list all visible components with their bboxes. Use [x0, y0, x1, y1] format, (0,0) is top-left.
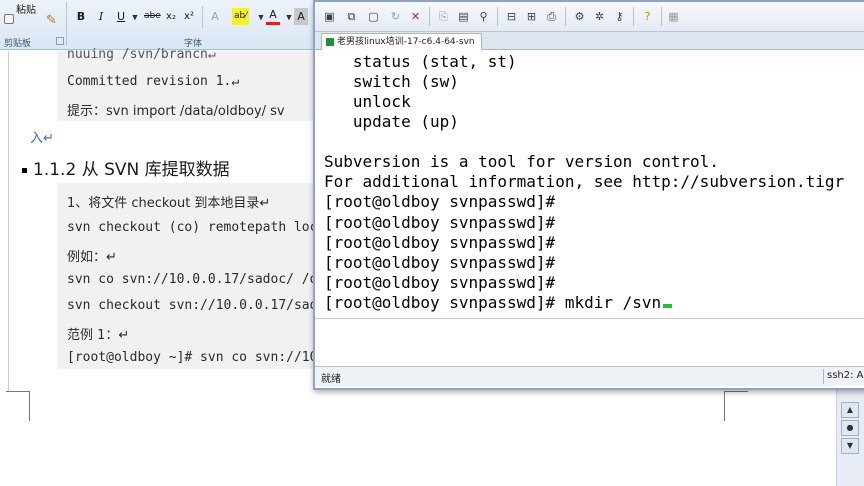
- status-protocol-text: ssh2: AE: [827, 370, 864, 381]
- terminal-line: unlock: [324, 92, 411, 111]
- connect-icon[interactable]: ⧉: [343, 8, 360, 25]
- paste-button[interactable]: 粘贴: [4, 0, 44, 36]
- page-corner-mark: [724, 391, 725, 421]
- session-status-icon: [326, 37, 334, 46]
- superscript-button[interactable]: x²: [182, 8, 196, 25]
- clipboard-icon: [4, 14, 14, 24]
- doc-line: 例如：↵: [67, 250, 117, 265]
- doc-line: nuuing /svn/brancn↵: [67, 47, 216, 62]
- text-cursor: [663, 304, 673, 308]
- bold-button[interactable]: B: [74, 8, 88, 25]
- paste-icon[interactable]: ▤: [455, 8, 472, 25]
- doc-line: 1、将文件 checkout 到本地目录↵: [67, 196, 271, 211]
- terminal-prompt-line: [root@oldboy svnpasswd]# mkdir /svn: [324, 293, 673, 312]
- status-ready-text: 就绪: [321, 374, 341, 385]
- highlight-button[interactable]: ab⁄: [232, 8, 249, 25]
- page-corner-mark: [6, 391, 30, 392]
- terminal-line: switch (sw): [324, 72, 459, 91]
- doc-line: svn checkout svn://10.0.0.17/sado: [67, 298, 326, 313]
- terminal-status-bar: 就绪 ssh2: AE: [315, 366, 864, 386]
- disconnect-icon[interactable]: ✕: [407, 8, 424, 25]
- terminal-command: [root@oldboy svnpasswd]# mkdir /svn: [324, 293, 662, 312]
- text-effects-button[interactable]: A: [208, 8, 222, 25]
- find-icon[interactable]: ⚲: [475, 8, 492, 25]
- doc-line-fragment: 入↵: [30, 131, 54, 146]
- fullscreen-icon[interactable]: ▦: [665, 8, 682, 25]
- settings-icon[interactable]: ⚙: [571, 8, 588, 25]
- font-color-button[interactable]: A: [266, 8, 280, 25]
- help-icon[interactable]: ?: [639, 8, 656, 25]
- doc-line: 范例 1：↵: [67, 328, 130, 343]
- scroll-next-icon[interactable]: ▼: [841, 438, 859, 454]
- ribbon-divider: [202, 6, 203, 28]
- terminal-screen[interactable]: status (stat, st) switch (sw) unlock upd…: [315, 50, 864, 318]
- terminal-toolbar: ▣ ⧉ ▢ ↻ ✕ ⎘ ▤ ⚲ ⊟ ⊞ ⎙ ⚙ ✲ ⚷ ? ▦: [315, 2, 864, 32]
- transfer-icon[interactable]: ⊟: [503, 8, 520, 25]
- terminal-blank-area: [315, 318, 864, 365]
- terminal-line: [root@oldboy svnpasswd]#: [324, 192, 556, 211]
- scroll-prev-icon[interactable]: ▲: [841, 402, 859, 418]
- subscript-button[interactable]: x₂: [164, 8, 178, 25]
- toolbar-divider: [633, 7, 634, 26]
- section-heading-text: 1.1.2 从 SVN 库提取数据: [33, 160, 230, 180]
- terminal-line: Subversion is a tool for version control…: [324, 152, 719, 171]
- terminal-line: [root@oldboy svnpasswd]#: [324, 253, 556, 272]
- open-folder-icon[interactable]: ▢: [365, 8, 382, 25]
- terminal-window[interactable]: ▣ ⧉ ▢ ↻ ✕ ⎘ ▤ ⚲ ⊟ ⊞ ⎙ ⚙ ✲ ⚷ ? ▦ 老男孩linux…: [313, 0, 864, 390]
- terminal-line: [root@oldboy svnpasswd]#: [324, 213, 556, 232]
- toolbar-divider: [497, 7, 498, 26]
- print-icon[interactable]: ⎙: [543, 8, 560, 25]
- toolbar-divider: [661, 7, 662, 26]
- underline-button[interactable]: U: [114, 8, 128, 25]
- page-margin-line: [8, 51, 9, 391]
- doc-line: Committed revision 1.↵: [67, 74, 240, 89]
- terminal-line: For additional information, see http://s…: [324, 172, 845, 191]
- terminal-line: status (stat, st): [324, 52, 517, 71]
- tools-icon[interactable]: ✲: [591, 8, 608, 25]
- key-icon[interactable]: ⚷: [611, 8, 628, 25]
- doc-line: svn co svn://10.0.0.17/sadoc/ /da: [67, 272, 326, 287]
- terminal-line: [root@oldboy svnpasswd]#: [324, 233, 556, 252]
- strikethrough-button[interactable]: abe: [142, 8, 163, 25]
- ribbon-divider: [66, 2, 67, 46]
- reconnect-icon[interactable]: ↻: [387, 8, 404, 25]
- underline-dropdown-icon[interactable]: ▼: [128, 9, 142, 26]
- scroll-select-browse-icon[interactable]: ●: [841, 420, 859, 436]
- page-corner-mark: [29, 391, 30, 421]
- paste-label: 粘贴: [16, 5, 36, 16]
- bullet-icon: [22, 167, 27, 173]
- terminal-line: [root@oldboy svnpasswd]#: [324, 273, 556, 292]
- toolbar-divider: [565, 7, 566, 26]
- clipboard-group-label: 剪贴板: [4, 39, 32, 49]
- character-shading-button[interactable]: A: [294, 8, 308, 25]
- new-session-icon[interactable]: ▣: [321, 8, 338, 25]
- italic-button[interactable]: I: [94, 8, 108, 25]
- format-painter-icon[interactable]: ✎: [46, 13, 62, 29]
- session-tab[interactable]: 老男孩linux培训-17-c6.4-64-svn: [321, 33, 482, 50]
- session-tab-bar: 老男孩linux培训-17-c6.4-64-svn: [315, 32, 864, 50]
- status-divider: [823, 369, 824, 384]
- clipboard-dialog-launcher-icon[interactable]: [56, 37, 64, 45]
- section-heading: 1.1.2 从 SVN 库提取数据: [22, 155, 230, 180]
- doc-line: [root@oldboy ~]# svn co svn://10.0: [67, 350, 334, 365]
- terminal-line: update (up): [324, 112, 459, 131]
- page-corner-mark: [724, 391, 748, 392]
- copy-icon[interactable]: ⎘: [435, 8, 452, 25]
- doc-line: 提示：svn import /data/oldboy/ sv: [67, 104, 285, 119]
- session-tab-label: 老男孩linux培训-17-c6.4-64-svn: [337, 37, 475, 47]
- toolbar-divider: [429, 7, 430, 26]
- print-setup-icon[interactable]: ⊞: [523, 8, 540, 25]
- doc-line: svn checkout (co) remotepath loca: [67, 220, 326, 235]
